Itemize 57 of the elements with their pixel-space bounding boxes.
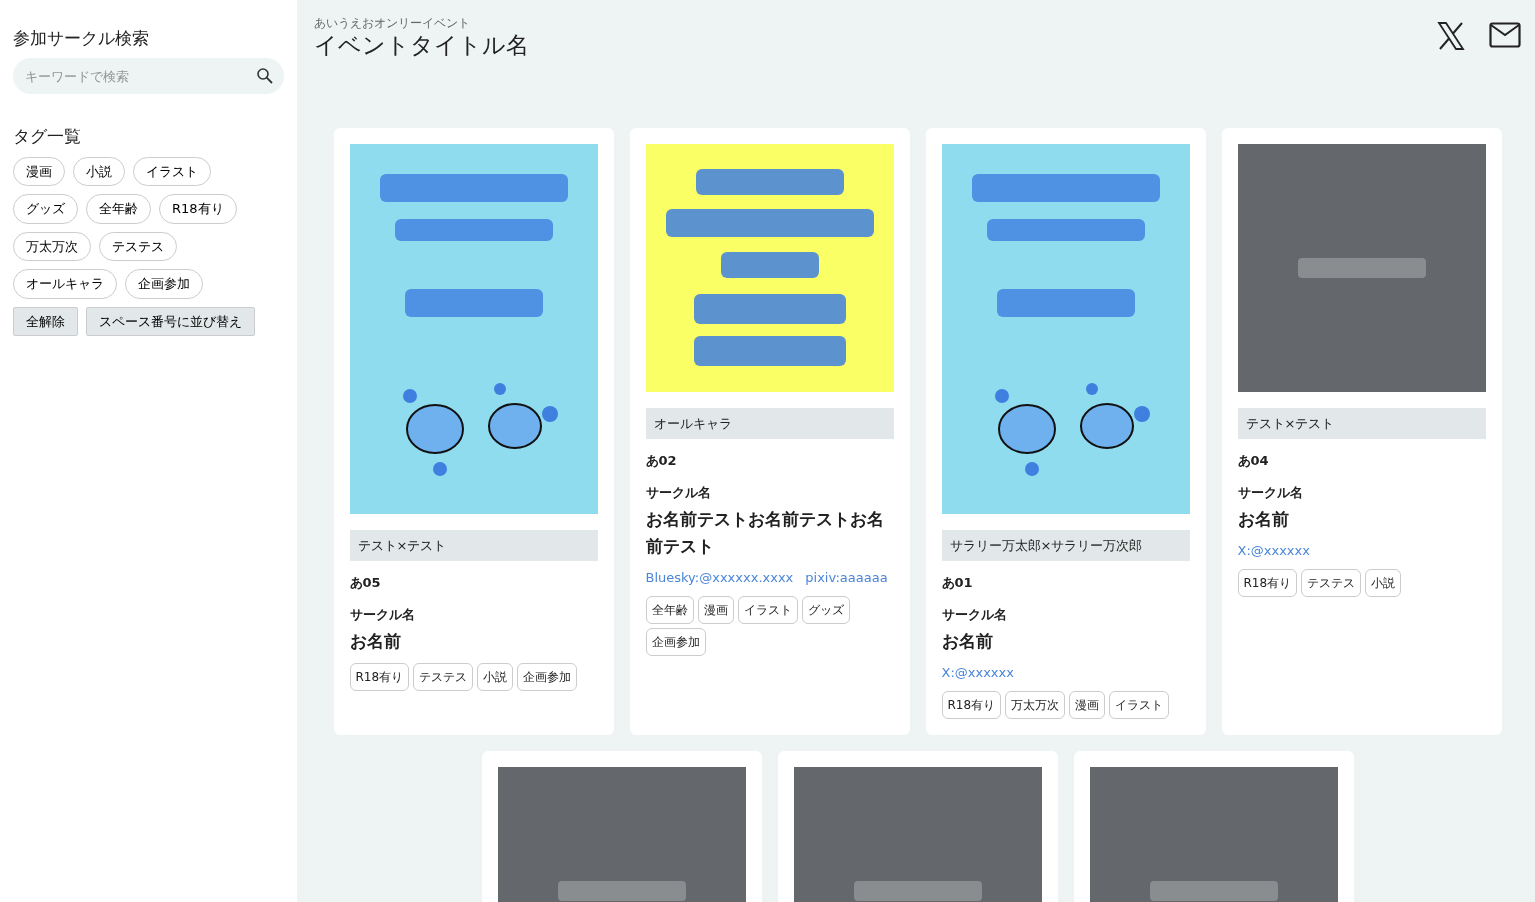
- tag-chip[interactable]: 企画参加: [645, 627, 706, 656]
- author-name: お名前: [941, 630, 994, 654]
- tag-chip[interactable]: 漫画: [1069, 690, 1106, 719]
- search-heading: 参加サークル検索: [13, 28, 150, 49]
- space-number: あ01: [941, 574, 974, 593]
- tag-button[interactable]: オールキャラ: [13, 269, 117, 299]
- event-subtitle: あいうえおオンリーイベント: [314, 15, 471, 32]
- mail-icon[interactable]: [1489, 22, 1521, 48]
- circle-name: サークル名: [645, 483, 712, 502]
- pairing-label: テスト×テスト: [1237, 407, 1486, 440]
- tag-button[interactable]: イラスト: [133, 156, 211, 187]
- circle-name: サークル名: [941, 605, 1008, 624]
- circle-name: サークル名: [1237, 483, 1304, 502]
- tag-chip[interactable]: テステス: [413, 663, 474, 692]
- pairing-label: オールキャラ: [645, 407, 894, 440]
- tag-chip[interactable]: R18有り: [941, 690, 1002, 719]
- space-number: あ05: [349, 574, 382, 593]
- profile-link[interactable]: Bluesky:@xxxxxx.xxxx: [645, 568, 794, 588]
- tag-chip[interactable]: 漫画: [697, 595, 734, 624]
- circle-name: サークル名: [349, 605, 416, 624]
- tag-chip[interactable]: 小説: [1365, 568, 1402, 597]
- tag-chip[interactable]: テステス: [1301, 568, 1362, 597]
- tag-button[interactable]: R18有り: [159, 194, 237, 224]
- tag-button[interactable]: 企画参加: [125, 269, 203, 299]
- author-name: お名前: [349, 630, 402, 654]
- profile-link[interactable]: X:@xxxxxx: [1237, 541, 1310, 561]
- tags-heading: タグ一覧: [13, 126, 82, 147]
- search-input[interactable]: キーワードで検索: [23, 65, 256, 88]
- space-number: あ02: [645, 452, 678, 471]
- tag-chip[interactable]: イラスト: [1109, 690, 1170, 719]
- profile-link[interactable]: X:@xxxxxx: [941, 663, 1014, 683]
- author-name: お名前: [1237, 508, 1290, 532]
- pairing-label: テスト×テスト: [349, 529, 598, 562]
- tag-button[interactable]: 漫画: [13, 156, 65, 187]
- tag-chip[interactable]: グッズ: [801, 595, 850, 624]
- profile-link[interactable]: pixiv:aaaaaa: [805, 568, 888, 588]
- tag-chip[interactable]: 万太万次: [1005, 690, 1066, 719]
- tag-chip[interactable]: 企画参加: [517, 663, 578, 692]
- tag-button[interactable]: グッズ: [13, 194, 78, 224]
- tag-chip[interactable]: イラスト: [737, 595, 798, 624]
- tag-chip[interactable]: R18有り: [349, 663, 410, 692]
- tag-chip[interactable]: 全年齢: [645, 595, 694, 624]
- tag-button[interactable]: 全年齢: [86, 194, 151, 224]
- search-icon: [256, 67, 274, 86]
- space-number: あ04: [1237, 452, 1270, 471]
- tag-chip[interactable]: 小説: [477, 663, 514, 692]
- tag-chip[interactable]: R18有り: [1237, 568, 1298, 597]
- clear-button[interactable]: 全解除: [13, 306, 78, 337]
- event-title: イベントタイトル名: [314, 32, 529, 60]
- pairing-label: サラリー万太郎×サラリー万次郎: [941, 529, 1190, 562]
- search-field[interactable]: キーワードで検索: [13, 58, 284, 95]
- tag-button[interactable]: テステス: [99, 231, 177, 262]
- sort-button[interactable]: スペース番号に並び替え: [86, 306, 255, 337]
- x-logo-icon[interactable]: [1437, 22, 1465, 50]
- tag-button[interactable]: 小説: [73, 156, 125, 187]
- tag-button[interactable]: 万太万次: [13, 231, 91, 262]
- author-name: お名前テストお名前テストお名前テスト: [645, 508, 885, 559]
